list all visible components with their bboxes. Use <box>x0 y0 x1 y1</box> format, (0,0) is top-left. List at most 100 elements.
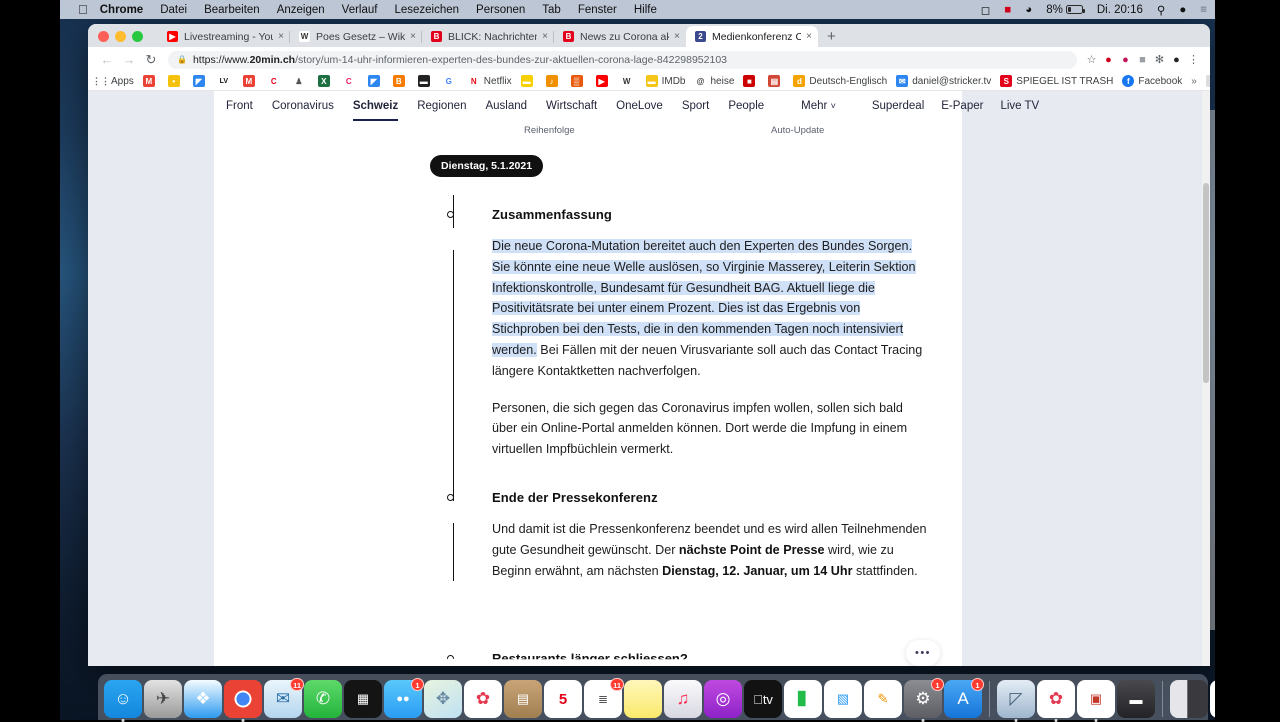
dock-app-preview[interactable]: ◸ <box>997 680 1035 718</box>
bookmark-mail-stricker[interactable]: ✉ daniel@stricker.tv <box>896 75 991 87</box>
browser-tab-blick[interactable]: B BLICK: Nachrichten und Schla × <box>422 26 554 47</box>
bookmark-c-pink[interactable]: C <box>343 75 359 87</box>
nav-coronavirus[interactable]: Coronavirus <box>272 100 334 112</box>
close-window-button[interactable] <box>98 31 109 42</box>
siri-icon[interactable]: ● <box>1179 4 1186 16</box>
bookmark-blue2[interactable]: ◤ <box>368 75 384 87</box>
dock-app-screenflow[interactable]: ▦ <box>344 680 382 718</box>
nav-ausland[interactable]: Ausland <box>485 100 527 112</box>
dock-app-keynote[interactable]: ▧ <box>824 680 862 718</box>
bookmark-heise[interactable]: @ heise <box>695 75 735 87</box>
menu-item-chrome[interactable]: Chrome <box>100 4 143 16</box>
bookmark-person[interactable]: ♟ <box>293 75 309 87</box>
nav-epaper[interactable]: E-Paper <box>941 100 983 112</box>
dock-app-numbers[interactable]: ▊ <box>784 680 822 718</box>
apple-menu-icon[interactable]:  <box>78 3 88 16</box>
nav-people[interactable]: People <box>728 100 764 112</box>
bookmark-youtube[interactable]: ▶ <box>596 75 612 87</box>
close-tab-icon[interactable]: × <box>278 31 284 42</box>
reihenfolge-control[interactable]: Reihenfolge <box>524 125 575 136</box>
reload-button[interactable]: ↻ <box>140 52 162 68</box>
bookmark-blogger[interactable]: B <box>393 75 409 87</box>
menu-item-anzeigen[interactable]: Anzeigen <box>277 4 325 16</box>
maximize-window-button[interactable] <box>132 31 143 42</box>
nav-regionen[interactable]: Regionen <box>417 100 466 112</box>
menu-item-tab[interactable]: Tab <box>542 4 561 16</box>
dock-app-podcasts[interactable]: ◎ <box>704 680 742 718</box>
dock-app-finder[interactable]: ☺ <box>104 680 142 718</box>
bookmark-chart[interactable]: ▒ <box>571 75 587 87</box>
nav-schweiz[interactable]: Schweiz <box>353 100 398 112</box>
bookmark-w[interactable]: W <box>621 75 637 87</box>
auto-update-control[interactable]: Auto-Update <box>771 125 824 136</box>
extension-pink-icon[interactable]: ● <box>1117 54 1134 66</box>
bookmark-red[interactable]: ■ <box>743 75 759 87</box>
dock-app-screenshot[interactable]: ▣ <box>1077 680 1115 718</box>
scrollbar-thumb[interactable] <box>1203 183 1209 383</box>
chrome-menu-icon[interactable]: ⋮ <box>1185 53 1202 66</box>
dock-app-mail[interactable]: ✉11 <box>264 680 302 718</box>
nav-wirtschaft[interactable]: Wirtschaft <box>546 100 597 112</box>
minimize-window-button[interactable] <box>115 31 126 42</box>
nav-mehr-dropdown[interactable]: Mehr ˅ <box>801 100 836 112</box>
dock-app-image-editor[interactable]: ✿ <box>1037 680 1075 718</box>
nav-sport[interactable]: Sport <box>682 100 710 112</box>
extension-grey-icon[interactable]: ■ <box>1134 54 1151 66</box>
wifi-icon[interactable]: ◕ <box>1025 4 1032 16</box>
profile-avatar-icon[interactable]: ● <box>1168 54 1185 66</box>
browser-tab-corona-news[interactable]: B News zu Corona aktuell: Coro × <box>554 26 686 47</box>
menu-item-bearbeiten[interactable]: Bearbeiten <box>204 4 260 16</box>
bookmarks-overflow-button[interactable]: » <box>1191 76 1197 87</box>
dock-app-appletv[interactable]: tv <box>744 680 782 718</box>
dock-app-notes[interactable] <box>624 680 662 718</box>
extension-red-icon[interactable]: ● <box>1100 54 1117 66</box>
bookmark-gmail2[interactable]: M <box>243 75 259 87</box>
menu-item-personen[interactable]: Personen <box>476 4 525 16</box>
bookmark-dots[interactable]: • <box>168 75 184 87</box>
browser-tab-wikipedia[interactable]: W Poes Gesetz – Wikipedia × <box>290 26 422 47</box>
nav-livetv[interactable]: Live TV <box>1000 100 1039 112</box>
bookmark-apps[interactable]: ⋮⋮ Apps <box>95 75 134 87</box>
other-bookmarks-folder[interactable]: ▯ Andere Lesezeichen <box>1206 75 1210 87</box>
dock-app-pages[interactable]: ✎ <box>864 680 902 718</box>
screen-mirroring-icon[interactable]: ◻ <box>981 3 991 17</box>
dock-app-messages[interactable]: ●●1 <box>384 680 422 718</box>
dock-app-chrome[interactable] <box>224 680 262 718</box>
bookmark-lv[interactable]: LV <box>218 75 234 87</box>
bookmark-yellow[interactable]: ▬ <box>521 75 537 87</box>
menu-bar-clock[interactable]: Di. 20:16 <box>1097 4 1143 16</box>
dock-downloads-stack[interactable] <box>1170 680 1208 718</box>
dock-app-reminders[interactable]: ≣11 <box>584 680 622 718</box>
forward-button[interactable]: → <box>118 52 140 67</box>
bookmark-excel[interactable]: X <box>318 75 334 87</box>
dock-app-app-store[interactable]: A1 <box>944 680 982 718</box>
spotlight-search-icon[interactable]: ⚲ <box>1157 3 1165 17</box>
dock-app-safari[interactable]: ❖ <box>184 680 222 718</box>
bookmark-blue[interactable]: ◤ <box>193 75 209 87</box>
bookmark-facebook[interactable]: f Facebook <box>1122 75 1182 87</box>
bookmark-dark[interactable]: ▬ <box>418 75 434 87</box>
bookmark-orange[interactable]: ♪ <box>546 75 562 87</box>
dock-app-music[interactable]: ♫ <box>664 680 702 718</box>
more-options-button[interactable]: ••• <box>906 640 940 666</box>
close-tab-icon[interactable]: × <box>674 31 680 42</box>
menu-item-hilfe[interactable]: Hilfe <box>634 4 657 16</box>
nav-front[interactable]: Front <box>226 100 253 112</box>
dock-app-system-preferences[interactable]: ⚙1 <box>904 680 942 718</box>
bookmark-star-icon[interactable]: ☆ <box>1083 53 1100 66</box>
close-tab-icon[interactable]: × <box>806 31 812 42</box>
menu-item-fenster[interactable]: Fenster <box>578 4 617 16</box>
back-button[interactable]: ← <box>96 52 118 67</box>
close-tab-icon[interactable]: × <box>542 31 548 42</box>
bookmark-netflix[interactable]: N Netflix <box>468 75 512 87</box>
bookmark-imdb[interactable]: ▬ IMDb <box>646 75 686 87</box>
page-scrollbar[interactable] <box>1202 91 1210 666</box>
battery-status[interactable]: 8% <box>1046 4 1083 16</box>
dock-app-photos[interactable]: ✿ <box>464 680 502 718</box>
bookmark-google[interactable]: G <box>443 75 459 87</box>
dock-app-facetime[interactable]: ✆ <box>304 680 342 718</box>
dock-app-contacts[interactable]: ▤ <box>504 680 542 718</box>
bookmark-spiegel[interactable]: S SPIEGEL IST TRASH <box>1000 75 1113 87</box>
dock-app-maps[interactable]: ✥ <box>424 680 462 718</box>
puzzle-icon[interactable]: ✻ <box>1151 53 1168 66</box>
